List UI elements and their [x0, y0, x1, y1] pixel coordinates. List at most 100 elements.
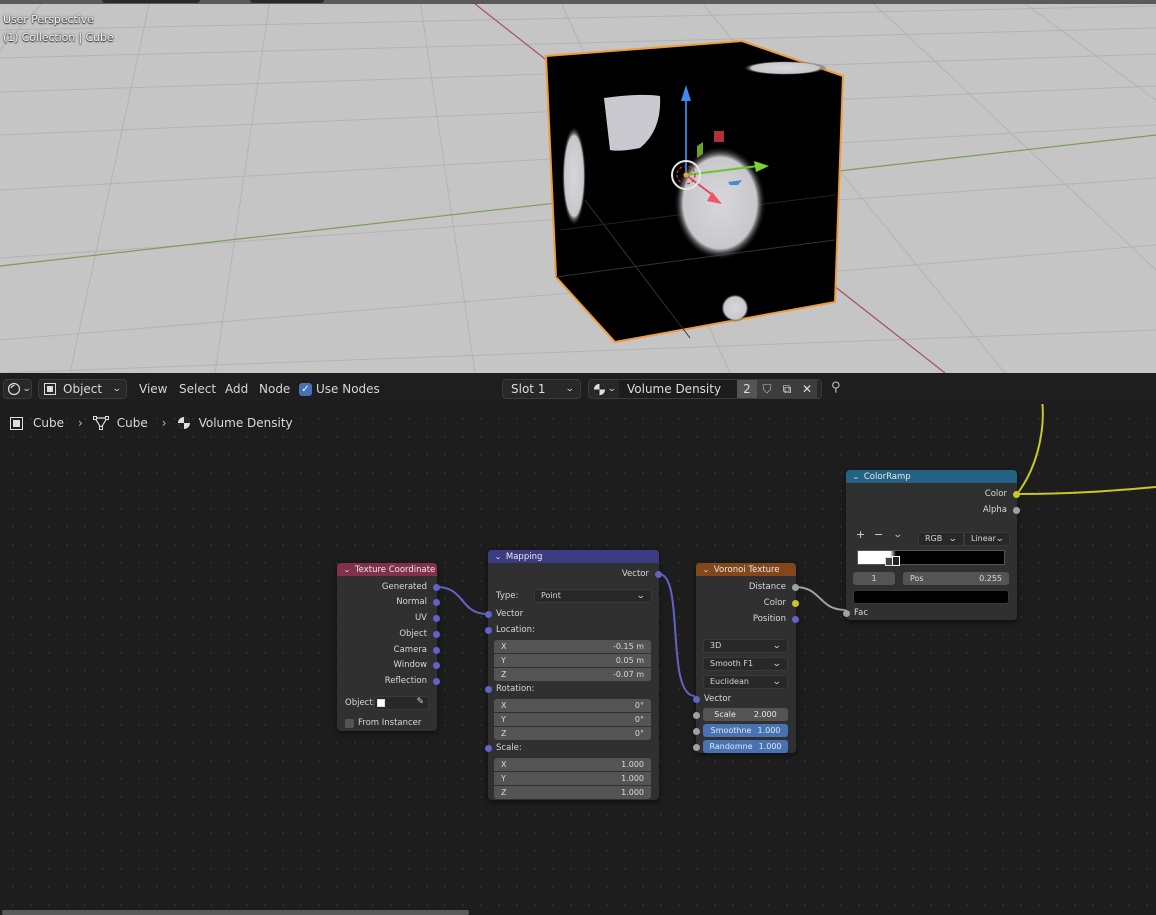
socket-uv[interactable] [433, 615, 440, 622]
output-color: Color [763, 598, 786, 608]
node-texture-coordinate[interactable]: ⌄ Texture Coordinate Generated Normal UV… [337, 563, 440, 731]
cube-object[interactable] [544, 39, 845, 344]
object-label: Object: [345, 698, 376, 708]
menu-add[interactable]: Add [225, 379, 248, 399]
menu-view[interactable]: View [139, 379, 167, 399]
node-header[interactable]: ⌄ Voronoi Texture [696, 563, 796, 576]
socket-output-vector[interactable] [655, 571, 662, 578]
object-field[interactable]: ✎ [374, 696, 429, 710]
slot-dropdown[interactable]: Slot 1 ⌄ [502, 379, 581, 399]
scale-x-field[interactable]: X 1.000 [494, 758, 651, 771]
randomness-slider[interactable]: Randomne 1.000 [703, 740, 788, 753]
feature-dropdown[interactable]: Smooth F1 ⌄ [703, 657, 788, 671]
socket-color[interactable] [792, 600, 799, 607]
metric-dropdown[interactable]: Euclidean ⌄ [703, 675, 788, 689]
node-editor-canvas[interactable]: ⌄ Texture Coordinate Generated Normal UV… [0, 404, 1156, 915]
dimensions-dropdown[interactable]: 3D ⌄ [703, 639, 788, 653]
socket-color[interactable] [1013, 491, 1020, 498]
socket-window[interactable] [433, 662, 440, 669]
socket-randomness[interactable] [693, 744, 700, 751]
user-count[interactable]: 2 [737, 380, 757, 398]
interpolation-dropdown[interactable]: Linear ⌄ [964, 532, 1010, 546]
socket-fac[interactable] [843, 610, 850, 617]
menu-select[interactable]: Select [179, 379, 216, 399]
chevron-down-icon: ⌄ [772, 659, 783, 669]
use-nodes-label: Use Nodes [316, 382, 380, 396]
socket-location[interactable] [485, 627, 492, 634]
node-header[interactable]: ⌄ ColorRamp [846, 470, 1017, 483]
dropdown-value: Euclidean [710, 677, 749, 686]
socket-scale[interactable] [693, 712, 700, 719]
type-dropdown[interactable]: Point ⌄ [534, 589, 652, 603]
node-colorramp[interactable]: ⌄ ColorRamp Color Alpha + − ⌄ RGB ⌄ Linea… [843, 470, 1020, 620]
smoothness-slider[interactable]: Smoothne 1.000 [703, 724, 788, 737]
mode-dropdown[interactable]: Object ⌄ [38, 379, 127, 399]
socket-generated[interactable] [433, 584, 440, 591]
scale-label: Scale: [496, 743, 522, 753]
chevron-down-icon: ⌄ [112, 384, 123, 394]
node-mapping[interactable]: ⌄ Mapping Vector Type: Point ⌄ Vector Lo… [485, 550, 662, 800]
rotation-y-field[interactable]: Y 0° [494, 713, 651, 726]
material-name-field[interactable]: Volume Density [619, 380, 737, 398]
node-header[interactable]: ⌄ Texture Coordinate [337, 563, 437, 576]
ramp-menu-chevron-icon[interactable]: ⌄ [893, 529, 903, 541]
material-selector[interactable]: ⌄ Volume Density 2 ⛉ ⧉ ✕ [588, 379, 822, 399]
collapse-chevron-icon[interactable]: ⌄ [494, 553, 502, 561]
socket-camera[interactable] [433, 647, 440, 654]
scale-y-field[interactable]: Y 1.000 [494, 772, 651, 785]
eyedropper-icon[interactable]: ✎ [416, 697, 424, 707]
rotation-x-field[interactable]: X 0° [494, 699, 651, 712]
3d-viewport[interactable]: User Perspective (1) Collection | Cube [0, 0, 1156, 373]
field-value: 1.000 [621, 760, 644, 769]
socket-input-vector[interactable] [693, 696, 700, 703]
from-instancer-checkbox[interactable] [345, 719, 354, 728]
unlink-close-icon[interactable]: ✕ [797, 380, 817, 398]
header-tab[interactable] [250, 0, 324, 3]
header-tab[interactable] [102, 0, 200, 3]
position-field[interactable]: Pos 0.255 [903, 572, 1009, 585]
socket-position[interactable] [792, 616, 799, 623]
field-value: -0.07 m [612, 670, 644, 679]
color-mode-dropdown[interactable]: RGB ⌄ [918, 532, 964, 546]
field-value: 0.255 [979, 574, 1002, 583]
socket-reflection[interactable] [433, 678, 440, 685]
socket-alpha[interactable] [1013, 507, 1020, 514]
collapse-chevron-icon[interactable]: ⌄ [852, 473, 860, 481]
editor-type-button[interactable]: ⌄ [3, 379, 32, 399]
rotation-z-field[interactable]: Z 0° [494, 727, 651, 740]
vector-label: Vector [704, 694, 732, 704]
checkbox-checked-icon[interactable]: ✓ [299, 382, 312, 396]
socket-smoothness[interactable] [693, 728, 700, 735]
active-stop-field[interactable]: 1 [853, 572, 895, 585]
blender-window: User Perspective (1) Collection | Cube ⌄… [0, 0, 1156, 915]
socket-rotation[interactable] [485, 686, 492, 693]
scale-z-field[interactable]: Z 1.000 [494, 786, 651, 799]
duplicate-material-icon[interactable]: ⧉ [777, 380, 797, 398]
add-stop-button[interactable]: + [856, 529, 865, 541]
horizontal-scrollbar[interactable] [2, 910, 469, 915]
use-nodes-toggle[interactable]: ✓ Use Nodes [299, 379, 380, 399]
socket-normal[interactable] [433, 599, 440, 606]
color-ramp-gradient[interactable] [857, 550, 1005, 566]
node-header[interactable]: ⌄ Mapping [488, 550, 659, 563]
ramp-stop-1-active[interactable] [892, 556, 900, 566]
scale-field[interactable]: Scale 2.000 [703, 708, 788, 721]
dropdown-value: RGB [925, 534, 943, 543]
socket-object[interactable] [433, 631, 440, 638]
pin-icon[interactable]: ⚲ [831, 380, 841, 395]
browse-material-button[interactable]: ⌄ [589, 383, 619, 396]
collapse-chevron-icon[interactable]: ⌄ [343, 566, 351, 574]
stop-color-swatch[interactable] [853, 590, 1009, 604]
node-voronoi-texture[interactable]: ⌄ Voronoi Texture Distance Color Positio… [693, 563, 799, 753]
location-z-field[interactable]: Z -0.07 m [494, 668, 651, 681]
socket-input-vector[interactable] [485, 611, 492, 618]
location-x-field[interactable]: X -0.15 m [494, 640, 651, 653]
collapse-chevron-icon[interactable]: ⌄ [702, 566, 710, 574]
xz-plane-handle[interactable] [714, 131, 724, 142]
fake-user-shield-icon[interactable]: ⛉ [757, 380, 777, 398]
menu-node[interactable]: Node [259, 379, 290, 399]
remove-stop-button[interactable]: − [874, 529, 883, 541]
socket-distance[interactable] [792, 584, 799, 591]
socket-scale[interactable] [485, 745, 492, 752]
location-y-field[interactable]: Y 0.05 m [494, 654, 651, 667]
